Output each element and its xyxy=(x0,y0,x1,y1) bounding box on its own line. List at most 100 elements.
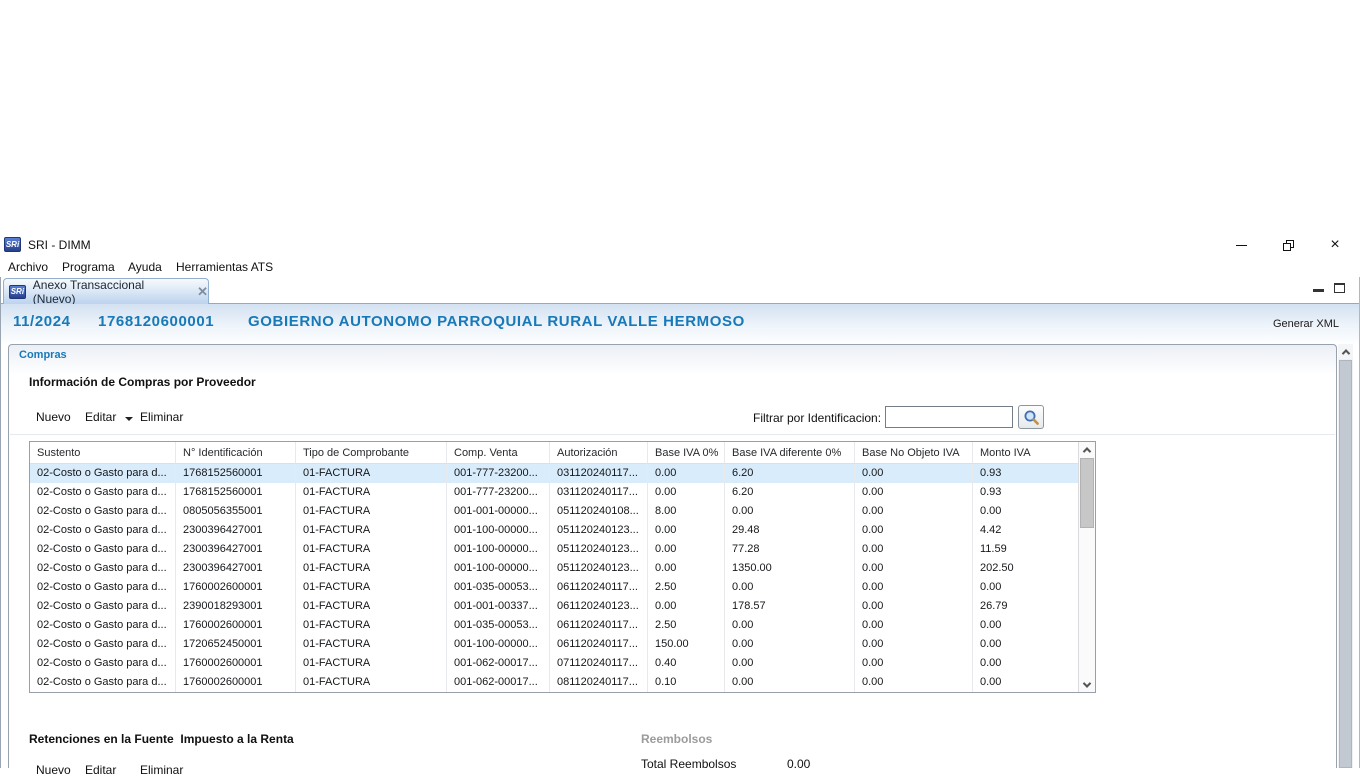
table-row[interactable]: 02-Costo o Gasto para d...17600026000010… xyxy=(30,673,1078,692)
table-cell: 2.50 xyxy=(648,578,725,597)
retenciones-eliminar-button[interactable]: Eliminar xyxy=(140,763,183,777)
taxpayer-name-label: GOBIERNO AUTONOMO PARROQUIAL RURAL VALLE… xyxy=(248,313,745,330)
period-label: 11/2024 xyxy=(13,313,71,330)
table-cell: 0.00 xyxy=(973,502,1079,521)
table-cell: 02-Costo o Gasto para d... xyxy=(30,521,176,540)
table-cell: 01-FACTURA xyxy=(296,502,447,521)
window-close-button[interactable]: × xyxy=(1318,232,1352,258)
menu-herramientas-ats[interactable]: Herramientas ATS xyxy=(176,260,273,274)
tab-bar: SRi Anexo Transaccional (Nuevo) ✕ xyxy=(1,277,1359,304)
table-cell: 01-FACTURA xyxy=(296,654,447,673)
table-cell: 001-062-00017... xyxy=(447,654,550,673)
column-header[interactable]: Monto IVA xyxy=(973,442,1079,463)
table-cell: 0.00 xyxy=(855,464,973,483)
table-cell: 01-FACTURA xyxy=(296,559,447,578)
view-minimize-icon[interactable] xyxy=(1313,283,1324,292)
table-row[interactable]: 02-Costo o Gasto para d...17600026000010… xyxy=(30,578,1078,597)
table-cell: 0.00 xyxy=(855,502,973,521)
retenciones-nuevo-button[interactable]: Nuevo xyxy=(36,763,71,777)
table-cell: 001-001-00337... xyxy=(447,597,550,616)
group-title-informacion-compras: Información de Compras por Proveedor xyxy=(29,375,256,389)
table-cell: 0.00 xyxy=(648,521,725,540)
tab-label: Anexo Transaccional (Nuevo) xyxy=(33,278,188,306)
table-row[interactable]: 02-Costo o Gasto para d...17681525600010… xyxy=(30,483,1078,502)
column-header[interactable]: Sustento xyxy=(30,442,176,463)
table-row[interactable]: 02-Costo o Gasto para d...17681525600010… xyxy=(30,464,1078,483)
column-header[interactable]: Tipo de Comprobante xyxy=(296,442,447,463)
column-header[interactable]: N° Identificación xyxy=(176,442,296,463)
total-reembolsos-value: 0.00 xyxy=(787,757,810,771)
section-title-compras: Compras xyxy=(19,349,67,361)
table-cell: 0.00 xyxy=(855,597,973,616)
column-header[interactable]: Base IVA 0% xyxy=(648,442,725,463)
table-cell: 1760002600001 xyxy=(176,578,296,597)
table-cell: 0.00 xyxy=(725,616,855,635)
window-minimize-button[interactable] xyxy=(1224,232,1258,258)
column-header[interactable]: Base No Objeto IVA xyxy=(855,442,973,463)
table-cell: 2300396427001 xyxy=(176,559,296,578)
view-maximize-icon[interactable] xyxy=(1334,283,1345,293)
table-cell: 6.20 xyxy=(725,483,855,502)
generar-xml-button[interactable]: Generar XML xyxy=(1273,318,1339,330)
table-cell: 02-Costo o Gasto para d... xyxy=(30,597,176,616)
column-header[interactable]: Base IVA diferente 0% xyxy=(725,442,855,463)
tab-anexo-transaccional[interactable]: SRi Anexo Transaccional (Nuevo) ✕ xyxy=(3,278,209,304)
filter-input[interactable] xyxy=(885,406,1013,428)
table-cell: 0.00 xyxy=(855,540,973,559)
table-cell: 02-Costo o Gasto para d... xyxy=(30,654,176,673)
table-cell: 0.00 xyxy=(725,502,855,521)
content-scrollbar[interactable] xyxy=(1338,344,1353,768)
ruc-label: 1768120600001 xyxy=(98,313,214,330)
table-cell: 02-Costo o Gasto para d... xyxy=(30,616,176,635)
table-cell: 2300396427001 xyxy=(176,540,296,559)
table-row[interactable]: 02-Costo o Gasto para d...17600026000010… xyxy=(30,616,1078,635)
content-scroll-up-icon[interactable] xyxy=(1341,349,1349,357)
table-cell: 061120240123... xyxy=(550,597,648,616)
table-row[interactable]: 02-Costo o Gasto para d...08050563550010… xyxy=(30,502,1078,521)
filter-search-button[interactable] xyxy=(1018,405,1044,429)
table-cell: 02-Costo o Gasto para d... xyxy=(30,464,176,483)
table-cell: 0.93 xyxy=(973,464,1079,483)
menu-programa[interactable]: Programa xyxy=(62,260,115,274)
table-cell: 0.00 xyxy=(855,673,973,692)
window-restore-button[interactable] xyxy=(1271,232,1305,258)
table-cell: 2.50 xyxy=(648,616,725,635)
table-cell: 031120240117... xyxy=(550,483,648,502)
table-cell: 0805056355001 xyxy=(176,502,296,521)
menu-ayuda[interactable]: Ayuda xyxy=(128,260,162,274)
tab-close-icon[interactable]: ✕ xyxy=(197,286,208,298)
table-body: 02-Costo o Gasto para d...17681525600010… xyxy=(30,464,1078,692)
table-cell: 0.00 xyxy=(725,635,855,654)
table-row[interactable]: 02-Costo o Gasto para d...23003964270010… xyxy=(30,559,1078,578)
retenciones-editar-button[interactable]: Editar xyxy=(85,763,116,777)
table-row[interactable]: 02-Costo o Gasto para d...17600026000010… xyxy=(30,654,1078,673)
column-header[interactable]: Comp. Venta xyxy=(447,442,550,463)
table-cell: 0.00 xyxy=(725,654,855,673)
content-scrollbar-thumb[interactable] xyxy=(1339,360,1352,768)
scroll-down-icon[interactable] xyxy=(1083,679,1091,687)
menu-archivo[interactable]: Archivo xyxy=(8,260,48,274)
table-scrollbar[interactable] xyxy=(1078,442,1095,692)
tab-logo-icon: SRi xyxy=(9,285,26,299)
table-cell: 0.00 xyxy=(648,597,725,616)
table-row[interactable]: 02-Costo o Gasto para d...23003964270010… xyxy=(30,521,1078,540)
table-cell: 061120240117... xyxy=(550,578,648,597)
column-header[interactable]: Autorización xyxy=(550,442,648,463)
nuevo-button[interactable]: Nuevo xyxy=(36,410,71,424)
table-cell: 0.10 xyxy=(648,673,725,692)
table-cell: 051120240108... xyxy=(550,502,648,521)
table-cell: 0.00 xyxy=(973,673,1079,692)
table-cell: 1760002600001 xyxy=(176,654,296,673)
table-row[interactable]: 02-Costo o Gasto para d...23003964270010… xyxy=(30,540,1078,559)
table-cell: 02-Costo o Gasto para d... xyxy=(30,559,176,578)
table-row[interactable]: 02-Costo o Gasto para d...23900182930010… xyxy=(30,597,1078,616)
table-scrollbar-thumb[interactable] xyxy=(1080,458,1094,528)
scroll-up-icon[interactable] xyxy=(1083,447,1091,455)
close-icon: × xyxy=(1330,237,1339,253)
eliminar-button[interactable]: Eliminar xyxy=(140,410,183,424)
editar-button[interactable]: Editar xyxy=(85,410,116,424)
table-cell: 001-100-00000... xyxy=(447,540,550,559)
table-row[interactable]: 02-Costo o Gasto para d...17206524500010… xyxy=(30,635,1078,654)
editar-dropdown-icon[interactable] xyxy=(125,417,133,421)
table-cell: 01-FACTURA xyxy=(296,521,447,540)
